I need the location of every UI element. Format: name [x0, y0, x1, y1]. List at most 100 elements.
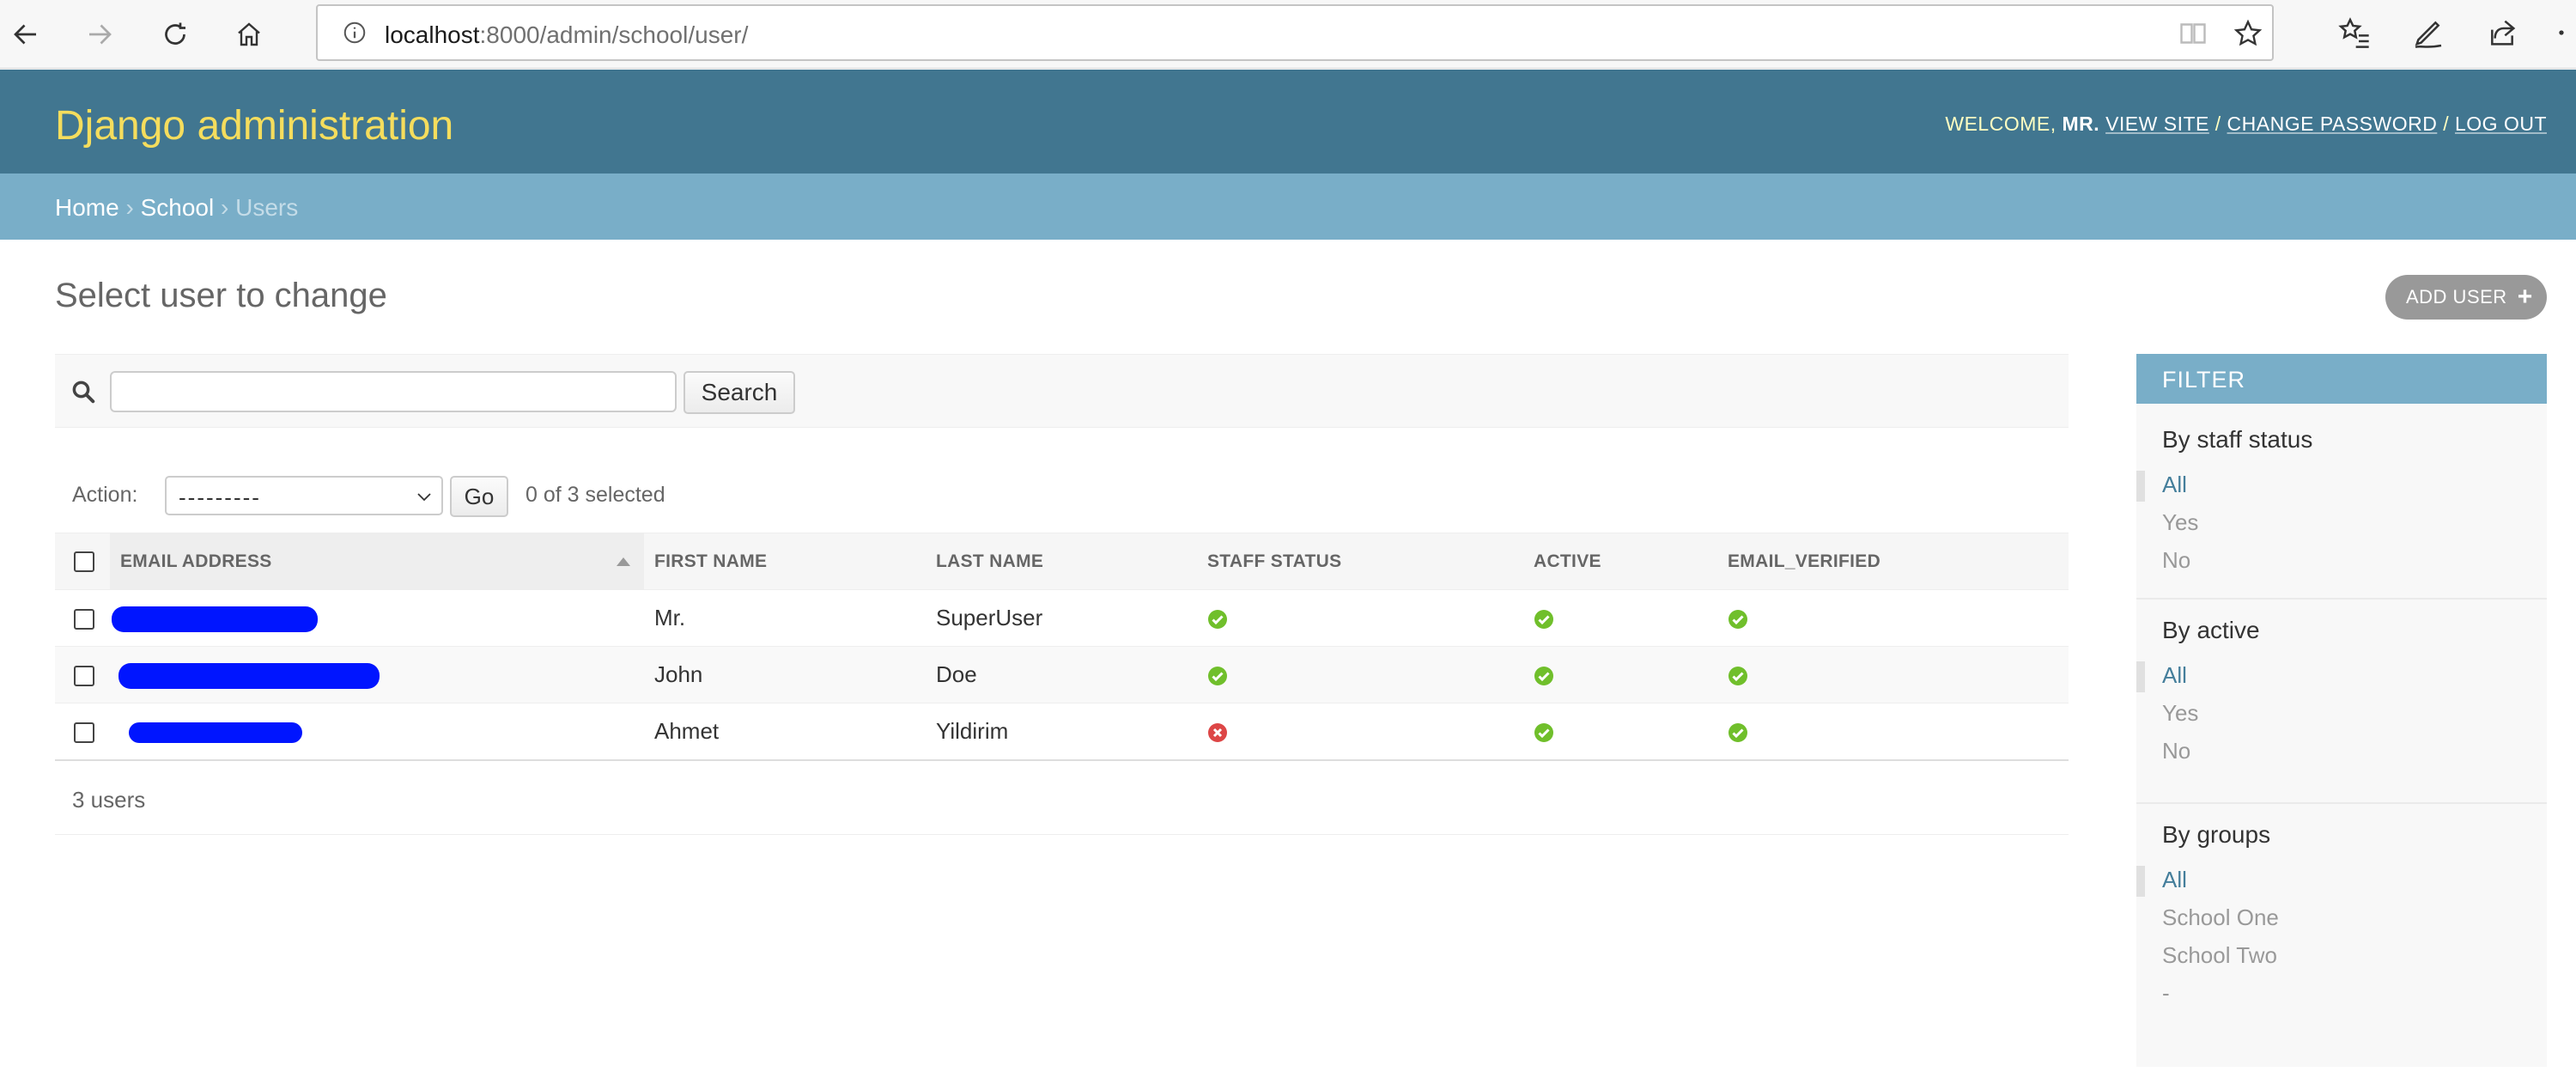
row-checkbox[interactable]: [74, 609, 94, 630]
filter-option-all[interactable]: All: [2136, 466, 2547, 503]
column-last-name[interactable]: LAST NAME: [926, 533, 1197, 590]
yes-check-icon: [1728, 610, 1747, 630]
search-toolbar: Search: [55, 354, 2069, 428]
site-header: Django administration WELCOME, MR. VIEW …: [0, 70, 2576, 174]
filter-section-title: By staff status: [2162, 426, 2313, 453]
filter-option-yes[interactable]: Yes: [2136, 503, 2547, 541]
yes-check-icon: [1534, 722, 1553, 742]
url-host: localhost: [385, 21, 480, 48]
share-icon[interactable]: [2485, 15, 2519, 50]
action-label: Action:: [72, 483, 138, 507]
go-button[interactable]: Go: [450, 476, 508, 517]
user-tools: WELCOME, MR. VIEW SITE / CHANGE PASSWORD…: [1945, 113, 2547, 136]
favorites-list-icon[interactable]: [2337, 15, 2372, 50]
column-staff-status[interactable]: STAFF STATUS: [1197, 533, 1523, 590]
yes-check-icon: [1728, 667, 1747, 686]
breadcrumb-separator: ›: [125, 194, 134, 221]
yes-check-icon: [1208, 667, 1227, 686]
filter-section-active: By active All Yes No: [2136, 600, 2547, 804]
add-user-button[interactable]: ADD USER +: [2385, 275, 2547, 320]
column-email-address[interactable]: EMAIL ADDRESS: [110, 533, 644, 590]
breadcrumb-home[interactable]: Home: [55, 194, 119, 221]
reload-icon[interactable]: [151, 10, 199, 58]
column-first-name[interactable]: FIRST NAME: [644, 533, 926, 590]
filter-option-no[interactable]: No: [2136, 732, 2547, 770]
add-user-label: ADD USER: [2406, 286, 2507, 308]
back-arrow-icon[interactable]: [2, 10, 50, 58]
filter-option-all[interactable]: All: [2136, 861, 2547, 898]
yes-check-icon: [1534, 667, 1553, 686]
email-verified-cell: [1717, 703, 2069, 761]
first-name-cell: Ahmet: [644, 703, 926, 761]
column-active[interactable]: ACTIVE: [1523, 533, 1717, 590]
email-cell[interactable]: [110, 589, 644, 647]
breadcrumb-school[interactable]: School: [141, 194, 215, 221]
view-site-link[interactable]: VIEW SITE: [2105, 113, 2209, 135]
filter-section-groups: By groups All School One School Two -: [2136, 804, 2547, 1012]
table-header-row: EMAIL ADDRESS FIRST NAME LAST NAME STAFF…: [55, 533, 2069, 590]
url-text[interactable]: localhost:8000/admin/school/user/: [385, 21, 748, 49]
favorite-star-icon[interactable]: [2233, 18, 2263, 49]
welcome-text: WELCOME,: [1945, 113, 2057, 135]
column-label: STAFF STATUS: [1207, 551, 1342, 571]
row-checkbox[interactable]: [74, 722, 94, 743]
filter-option-school-one[interactable]: School One: [2136, 898, 2547, 936]
page-title: Select user to change: [55, 277, 387, 314]
email-verified-cell: [1717, 646, 2069, 703]
action-select[interactable]: ---------: [165, 476, 443, 515]
staff-status-cell: [1197, 703, 1523, 761]
redacted-email[interactable]: [129, 722, 302, 743]
search-input[interactable]: [110, 371, 677, 412]
row-checkbox[interactable]: [74, 666, 94, 687]
url-path: :8000/admin/school/user/: [479, 21, 749, 48]
separator: /: [2215, 113, 2221, 135]
site-brand[interactable]: Django administration: [55, 102, 453, 149]
column-label: EMAIL ADDRESS: [120, 551, 272, 571]
filter-option-all[interactable]: All: [2136, 656, 2547, 694]
filter-section-title: By active: [2162, 617, 2260, 643]
change-password-link[interactable]: CHANGE PASSWORD: [2227, 113, 2438, 135]
more-dots-icon[interactable]: [2549, 15, 2574, 50]
staff-status-cell: [1197, 589, 1523, 647]
yes-check-icon: [1728, 722, 1747, 742]
log-out-link[interactable]: LOG OUT: [2455, 113, 2547, 135]
first-name-cell: Mr.: [644, 589, 926, 647]
home-icon[interactable]: [225, 10, 273, 58]
breadcrumb-separator: ›: [221, 194, 229, 221]
forward-arrow-icon[interactable]: [76, 10, 124, 58]
chevron-down-icon: [417, 493, 431, 502]
no-cross-icon: [1208, 722, 1227, 742]
email-verified-cell: [1717, 589, 2069, 647]
search-button[interactable]: Search: [683, 371, 795, 414]
filter-title: FILTER: [2136, 354, 2547, 404]
breadcrumb: Home › School › Users: [0, 174, 2576, 240]
active-cell: [1523, 646, 1717, 703]
actions-bar: Action: --------- Go 0 of 3 selected: [55, 471, 2069, 517]
last-name-cell: SuperUser: [926, 589, 1197, 647]
select-all-checkbox[interactable]: [74, 551, 94, 572]
email-cell[interactable]: [110, 703, 644, 761]
reading-view-icon[interactable]: [2178, 18, 2208, 49]
paginator: 3 users: [55, 761, 2069, 835]
address-bar[interactable]: localhost:8000/admin/school/user/: [316, 4, 2274, 61]
redacted-email[interactable]: [118, 662, 380, 689]
filter-option-none[interactable]: -: [2136, 974, 2547, 1012]
search-icon: [72, 381, 95, 404]
filter-option-yes[interactable]: Yes: [2136, 694, 2547, 732]
column-label: FIRST NAME: [654, 551, 768, 571]
filter-option-school-two[interactable]: School Two: [2136, 936, 2547, 974]
info-icon[interactable]: [342, 20, 368, 46]
row-select-cell: [55, 646, 110, 703]
redacted-email[interactable]: [112, 606, 318, 632]
separator: /: [2443, 113, 2450, 135]
column-label: EMAIL_VERIFIED: [1728, 551, 1881, 571]
sort-ascending-icon[interactable]: [617, 557, 630, 566]
table-row: Mr. SuperUser: [55, 589, 2069, 647]
row-select-cell: [55, 703, 110, 761]
email-cell[interactable]: [110, 646, 644, 703]
filter-option-no[interactable]: No: [2136, 541, 2547, 579]
pen-notes-icon[interactable]: [2411, 15, 2445, 50]
browser-toolbar: localhost:8000/admin/school/user/: [0, 0, 2576, 69]
column-email-verified[interactable]: EMAIL_VERIFIED: [1717, 533, 2069, 590]
row-select-cell: [55, 589, 110, 647]
